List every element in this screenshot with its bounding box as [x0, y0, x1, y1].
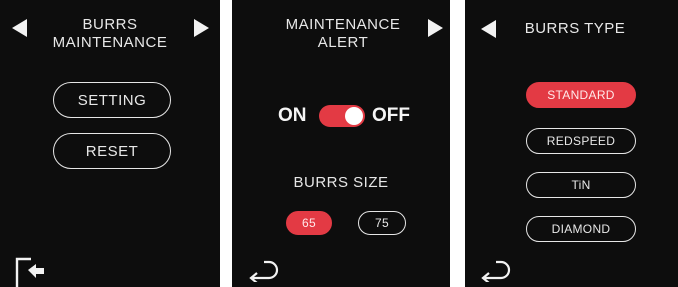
size-option-65[interactable]: 65 — [286, 211, 332, 235]
setting-button[interactable]: SETTING — [53, 82, 171, 118]
burr-type-redspeed[interactable]: REDSPEED — [526, 128, 636, 154]
toggle-on-label: ON — [278, 105, 307, 126]
screen-title: MAINTENANCE ALERT — [268, 16, 418, 52]
toggle-off-label: OFF — [372, 105, 410, 126]
arrow-right-icon[interactable] — [194, 19, 209, 37]
burrs-type-screen: BURRS TYPE STANDARD REDSPEED TiN DIAMOND — [465, 0, 678, 287]
arrow-right-icon[interactable] — [428, 19, 443, 37]
toggle-knob — [345, 107, 363, 125]
burr-type-tin[interactable]: TiN — [526, 172, 636, 198]
arrow-left-icon[interactable] — [481, 20, 496, 38]
size-option-75[interactable]: 75 — [358, 211, 406, 235]
maintenance-alert-screen: MAINTENANCE ALERT ON OFF BURRS SIZE 65 7… — [232, 0, 450, 287]
burr-type-standard[interactable]: STANDARD — [526, 82, 636, 108]
back-icon[interactable] — [247, 258, 281, 282]
title-line-2: MAINTENANCE — [52, 34, 168, 51]
burrs-maintenance-screen: BURRS MAINTENANCE SETTING RESET — [0, 0, 220, 287]
title-line-2: ALERT — [317, 34, 369, 51]
burr-type-diamond[interactable]: DIAMOND — [526, 216, 636, 242]
back-icon[interactable] — [479, 258, 513, 282]
screen-title: BURRS TYPE — [524, 20, 626, 37]
reset-button[interactable]: RESET — [53, 133, 171, 169]
exit-icon[interactable] — [14, 256, 46, 287]
title-line-1: MAINTENANCE — [285, 16, 401, 33]
screen-title: BURRS MAINTENANCE — [40, 16, 180, 52]
alert-toggle[interactable] — [319, 105, 365, 127]
arrow-left-icon[interactable] — [12, 19, 27, 37]
title-line-1: BURRS — [82, 16, 138, 33]
burrs-size-label: BURRS SIZE — [293, 174, 389, 191]
